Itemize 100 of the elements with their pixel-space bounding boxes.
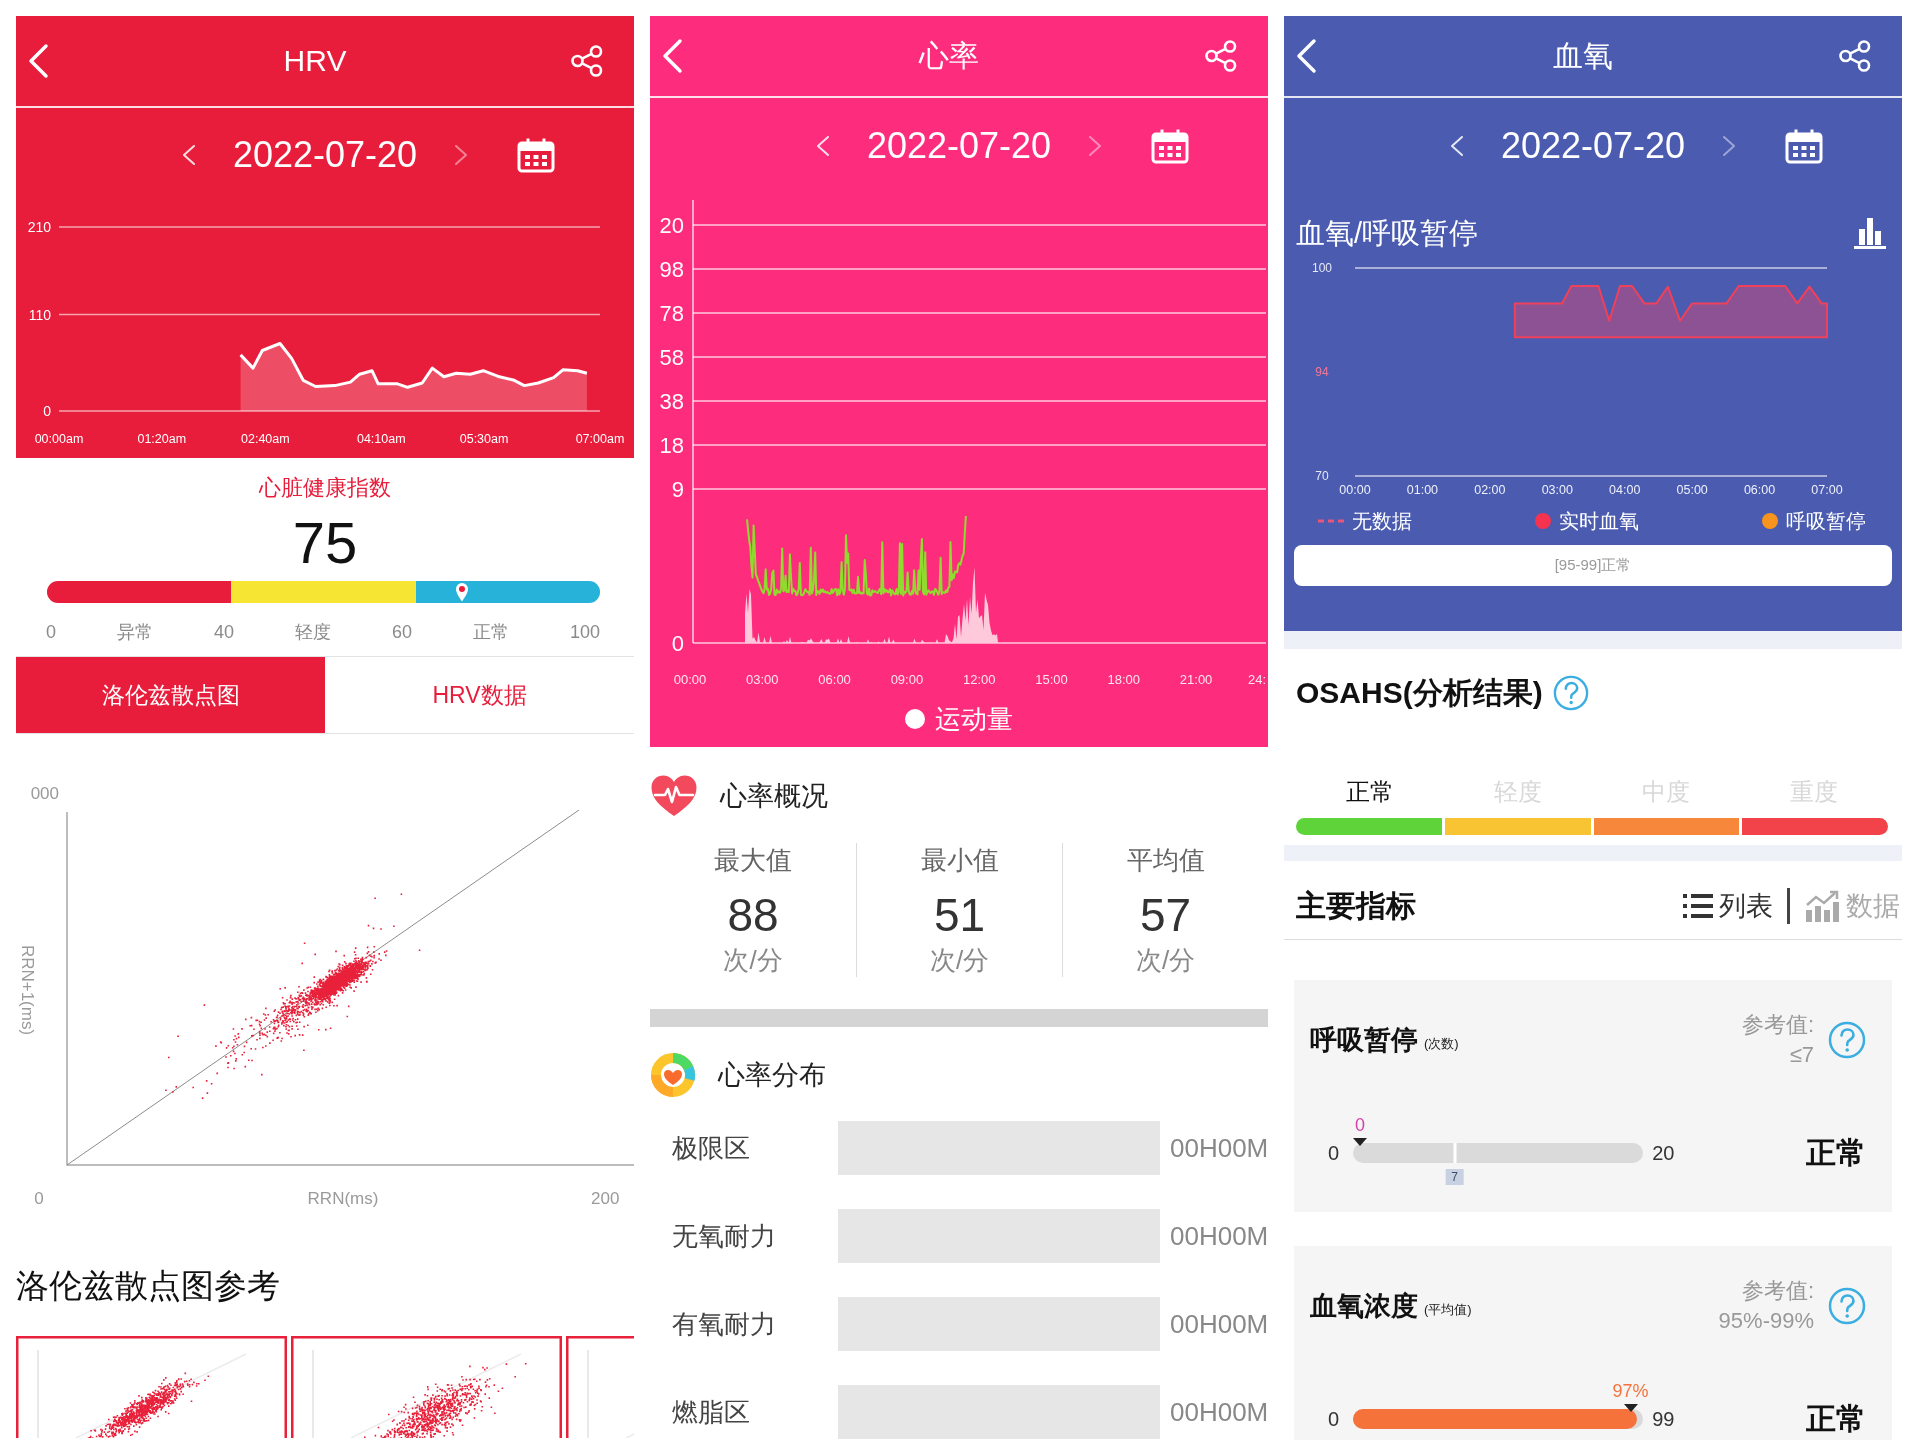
axis-tick-label: 01:20am <box>137 432 187 446</box>
stat-value: 57 <box>1139 888 1192 943</box>
axis-tick-label: 12:00 <box>962 672 996 687</box>
share-icon[interactable] <box>1838 39 1872 73</box>
stat-unit: 次/分 <box>929 944 990 977</box>
calendar-icon[interactable] <box>1785 128 1824 164</box>
legend-label: 实时血氧 <box>1559 509 1639 533</box>
stat-value: 88 <box>727 888 779 943</box>
verdict-label: 正常 <box>1806 1135 1866 1171</box>
bar-chart-icon[interactable] <box>1852 215 1888 251</box>
scale-tick-label: 40 <box>213 621 234 644</box>
axis-tick-label: 05:00 <box>1676 483 1708 497</box>
chevron-left-icon[interactable] <box>1294 38 1318 74</box>
share-icon[interactable] <box>570 44 604 78</box>
scale-max-label: 99 <box>1652 1407 1675 1431</box>
view-tab[interactable]: 列表 <box>1683 889 1773 923</box>
axis-tick-label: 05:30am <box>459 432 509 446</box>
date-label: 2022-07-20 <box>866 125 1052 167</box>
axis-tick-label: 38 <box>659 389 684 414</box>
axis-tick-label: 18:00 <box>1107 672 1141 687</box>
trend-chart-icon <box>1804 890 1840 922</box>
range-note: [95-99]正常 <box>1294 545 1892 586</box>
chevron-left-icon[interactable] <box>814 135 831 157</box>
threshold-badge: 7 <box>1445 1169 1464 1185</box>
screen-title: HRV <box>283 43 347 79</box>
section-title: 心率概况 <box>720 780 828 813</box>
scale-tick-label: 0 <box>46 621 56 644</box>
axis-tick-label: 24: <box>1248 672 1267 687</box>
marker-value: 0 <box>1355 1115 1366 1135</box>
chevron-left-icon[interactable] <box>180 144 197 166</box>
screen-title: 心率 <box>919 38 979 74</box>
verdict-label: 正常 <box>1806 1401 1866 1437</box>
zone-duration: 00H00M <box>1170 1220 1268 1252</box>
scale-segment-label: 正常 <box>472 621 509 644</box>
axis-tick-label: 03:00 <box>1541 483 1573 497</box>
reference-label: 参考值: <box>1741 1011 1814 1039</box>
axis-tick-label: 0 <box>43 403 51 419</box>
zone-label: 无氧耐力 <box>672 1219 776 1253</box>
axis-tick-label: 00:00am <box>34 432 84 446</box>
axis-tick-label: 78 <box>659 301 684 326</box>
axis-tick-label: 00:00 <box>673 672 707 687</box>
share-icon[interactable] <box>1204 39 1238 73</box>
question-circle-icon[interactable] <box>1828 1287 1866 1325</box>
axis-tick-label: 20 <box>659 213 684 238</box>
axis-tick-label: 18 <box>659 433 684 458</box>
axis-tick-label: 04:10am <box>356 432 406 446</box>
view-tab[interactable]: 数据 <box>1804 889 1900 923</box>
marker-value: 97% <box>1612 1381 1649 1401</box>
axis-tick-label: 21:00 <box>1179 672 1213 687</box>
stat-label: 平均值 <box>1126 844 1205 877</box>
axis-tick-label: 58 <box>659 345 684 370</box>
stat-unit: 次/分 <box>723 944 783 977</box>
zone-label: 燃脂区 <box>672 1395 750 1429</box>
tab[interactable]: 洛伦兹散点图 <box>16 657 325 733</box>
scale-min-label: 0 <box>1328 1407 1340 1431</box>
axis-title: RRN+1(ms) <box>18 944 37 1036</box>
scale-tick-label: 100 <box>569 621 600 644</box>
axis-tick-label: 03:00 <box>746 672 779 687</box>
chevron-left-icon[interactable] <box>660 38 684 74</box>
reference-value: 95%-99% <box>1718 1307 1814 1335</box>
legend-label: 无数据 <box>1352 509 1412 533</box>
indicator-title: 血氧浓度 <box>1310 1290 1418 1323</box>
date-label: 2022-07-20 <box>1500 125 1686 167</box>
tick-mark-icon <box>1453 1143 1457 1163</box>
scale-min-label: 0 <box>1328 1141 1340 1165</box>
scale-segment-label: 异常 <box>117 621 153 644</box>
axis-tick-label: 07:00am <box>575 432 625 446</box>
section-title: 心率分布 <box>718 1059 826 1092</box>
scale-segment-label: 轻度 <box>294 621 331 644</box>
index-value: 75 <box>292 512 358 574</box>
question-circle-icon[interactable] <box>1552 675 1589 711</box>
chevron-left-icon[interactable] <box>26 43 50 79</box>
severity-label: 正常 <box>1346 778 1394 806</box>
zone-label: 有氧耐力 <box>672 1307 776 1341</box>
indicator-unit: (次数) <box>1424 1036 1459 1052</box>
chevron-left-icon[interactable] <box>1448 135 1465 157</box>
axis-tick-label: 70 <box>1315 469 1329 483</box>
list-icon <box>1683 893 1713 919</box>
axis-tick-label: 98 <box>659 257 684 282</box>
axis-tick-label: 9 <box>671 477 684 502</box>
indicator-unit: (平均值) <box>1424 1302 1472 1318</box>
annotation-label: 94 <box>1315 365 1329 379</box>
axis-tick-label: 110 <box>28 306 51 323</box>
axis-tick-label: 06:00 <box>1743 483 1776 497</box>
axis-tick-label: 04:00 <box>1609 483 1641 497</box>
section-title: OSAHS(分析结果) <box>1296 675 1543 711</box>
calendar-icon[interactable] <box>517 137 556 173</box>
axis-tick-label: 000 <box>30 784 59 803</box>
axis-tick-label: 00:00 <box>1339 483 1371 497</box>
axis-tick-label: 0 <box>34 1189 44 1208</box>
question-circle-icon[interactable] <box>1828 1021 1866 1059</box>
stat-label: 最小值 <box>920 844 999 877</box>
axis-title: RRN(ms) <box>307 1189 379 1208</box>
date-label: 2022-07-20 <box>232 134 418 176</box>
pie-chart-icon <box>650 1052 696 1098</box>
calendar-icon[interactable] <box>1151 128 1190 164</box>
axis-tick-label: 0 <box>671 631 684 656</box>
section-title: 洛伦兹散点图参考 <box>16 1266 280 1306</box>
axis-tick-label: 02:00 <box>1474 483 1506 497</box>
axis-tick-label: 06:00 <box>818 672 851 687</box>
